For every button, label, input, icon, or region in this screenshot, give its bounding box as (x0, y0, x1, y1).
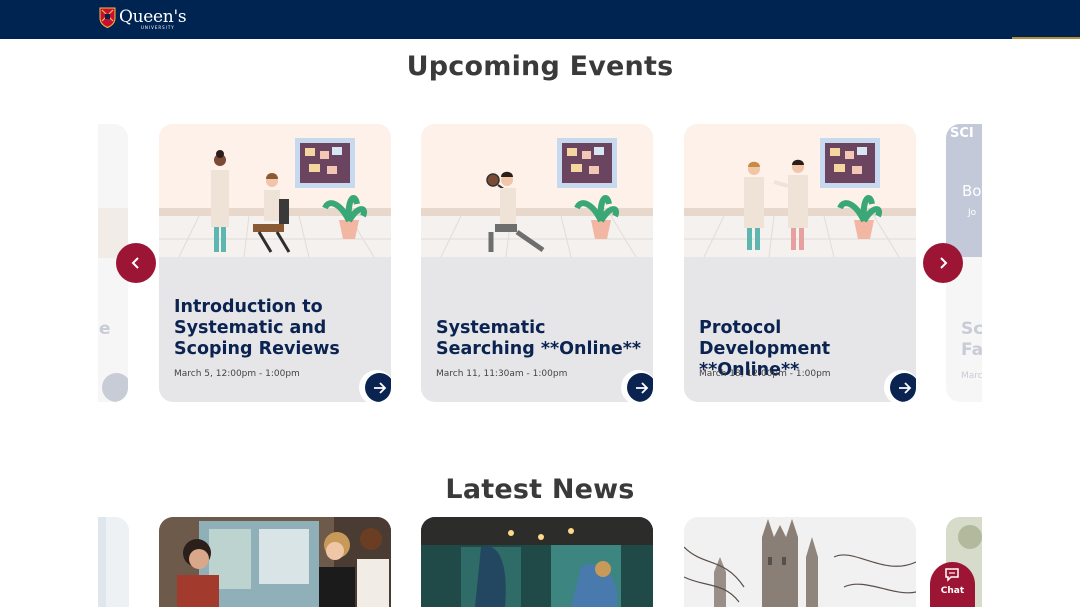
news-section-title: Latest News (445, 474, 635, 505)
top-navigation-bar: Queen's UNIVERSITY (0, 0, 1080, 39)
chat-bubble-icon (945, 568, 959, 582)
event-open-button[interactable] (884, 370, 916, 402)
news-card-previous-partial[interactable] (98, 517, 129, 607)
events-section-title: Upcoming Events (406, 51, 674, 82)
event-card[interactable]: Systematic Searching **Online** March 11… (421, 124, 653, 402)
event-open-button[interactable] (621, 370, 653, 402)
chat-button[interactable]: Chat (930, 562, 975, 607)
event-title[interactable]: Systematic Searching **Online** (436, 318, 646, 360)
event-date: March 5, 12:00pm - 1:00pm (174, 369, 300, 379)
news-card-image[interactable] (684, 517, 916, 607)
ghost-banner-sub: Jo (968, 208, 977, 218)
carousel-previous-button[interactable] (116, 243, 156, 283)
ghost-date-fragment: Marc (961, 371, 982, 381)
event-open-button[interactable] (359, 370, 391, 402)
ghost-title-fragment: Sci Fa (961, 319, 982, 360)
arrow-right-icon (898, 381, 911, 394)
arrow-right-icon (635, 381, 648, 394)
event-date: March 18, 12:00pm - 1:00pm (699, 369, 831, 379)
logo-wordmark: Queen's (119, 7, 187, 27)
ghost-banner-text: Bo (962, 182, 982, 200)
chevron-left-icon (131, 257, 139, 269)
news-card-image[interactable] (159, 517, 391, 607)
accent-line (1012, 37, 1080, 39)
event-title[interactable]: Introduction to Systematic and Scoping R… (174, 297, 384, 360)
queens-university-logo[interactable]: Queen's UNIVERSITY (99, 7, 187, 30)
ghost-title-fragment: e (99, 319, 111, 339)
chat-label: Chat (940, 586, 965, 596)
chevron-right-icon (940, 257, 948, 269)
event-illustration (421, 124, 653, 257)
event-illustration (159, 124, 391, 257)
carousel-next-button[interactable] (923, 243, 963, 283)
news-card-image[interactable] (421, 517, 653, 607)
event-date: March 11, 11:30am - 1:00pm (436, 369, 568, 379)
ghost-arrow-icon (102, 373, 128, 402)
logo-subtext: UNIVERSITY (141, 25, 175, 30)
event-card[interactable]: Introduction to Systematic and Scoping R… (159, 124, 391, 402)
event-illustration (684, 124, 916, 257)
event-card[interactable]: Protocol Development **Online** March 18… (684, 124, 916, 402)
arrow-right-icon (373, 381, 386, 394)
crest-icon (99, 7, 116, 28)
ghost-banner: SCI Bo Jo (946, 124, 982, 257)
